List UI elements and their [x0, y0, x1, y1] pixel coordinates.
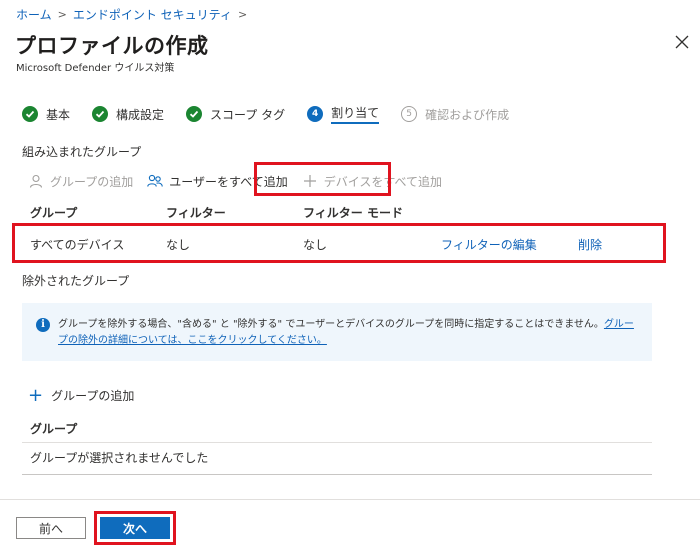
chevron-right-icon: >	[237, 8, 248, 21]
step-label: 基本	[46, 107, 71, 122]
step-review-create[interactable]: 5 確認および作成	[401, 104, 509, 124]
step-label: スコープ タグ	[210, 107, 286, 122]
add-group-label: グループの追加	[50, 174, 134, 189]
step-assignments[interactable]: 4 割り当て	[307, 104, 380, 124]
previous-button[interactable]: 前へ	[16, 517, 86, 539]
add-group-button[interactable]: グループの追加	[28, 173, 133, 190]
add-excluded-group-label: グループの追加	[51, 389, 135, 403]
people-icon	[147, 173, 164, 189]
step-label: 確認および作成	[425, 107, 510, 122]
plus-icon: +	[28, 384, 44, 406]
info-banner: i グループを除外する場合、"含める" と "除外する" でユーザーとデバイスの…	[22, 303, 652, 361]
excluded-empty-row: グループが選択されませんでした	[22, 443, 652, 475]
checkmark-icon	[92, 106, 109, 122]
highlight-next-button	[94, 511, 176, 545]
info-icon: i	[36, 318, 50, 332]
excluded-table-header: グループ	[22, 414, 652, 443]
column-filter-mode: フィルター モード	[303, 206, 403, 220]
step-number: 4	[307, 106, 324, 122]
add-excluded-group-button[interactable]: + グループの追加	[28, 384, 135, 406]
step-label: 構成設定	[116, 107, 165, 122]
excluded-groups-label: 除外されたグループ	[22, 274, 130, 288]
included-toolbar: グループの追加 ユーザーをすべて追加 デバイスをすべて追加	[28, 170, 456, 192]
highlight-add-all-devices	[254, 162, 391, 196]
person-icon	[28, 173, 44, 189]
highlight-all-devices-row	[12, 223, 666, 263]
included-table-header: グループ フィルター フィルター モード	[16, 200, 666, 222]
step-number: 5	[401, 106, 418, 122]
close-icon[interactable]	[674, 34, 690, 50]
column-group: グループ	[30, 422, 78, 436]
breadcrumb-home-link[interactable]: ホーム	[16, 6, 52, 23]
step-scope-tags[interactable]: スコープ タグ	[186, 104, 285, 124]
breadcrumb-endpoint-security-link[interactable]: エンドポイント セキュリティ	[73, 6, 232, 23]
chevron-right-icon: >	[57, 8, 67, 21]
footer-divider	[0, 499, 700, 500]
checkmark-icon	[22, 106, 38, 122]
included-groups-label: 組み込まれたグループ	[22, 145, 142, 159]
checkmark-icon	[186, 106, 203, 122]
info-text: グループを除外する場合、"含める" と "除外する" でユーザーとデバイスのグル…	[58, 319, 604, 330]
step-basics[interactable]: 基本	[22, 104, 70, 124]
wizard-steps: 基本 構成設定 スコープ タグ 4 割り当て 5 確認および作成	[22, 104, 531, 124]
step-configuration[interactable]: 構成設定	[92, 104, 164, 124]
breadcrumb: ホーム > エンドポイント セキュリティ >	[16, 6, 253, 23]
step-label: 割り当て	[331, 104, 380, 124]
empty-message: グループが選択されませんでした	[30, 451, 209, 465]
column-filter: フィルター	[166, 206, 226, 220]
page-title: プロファイルの作成	[15, 34, 209, 58]
page-subtitle: Microsoft Defender ウイルス対策	[16, 63, 175, 74]
column-group: グループ	[30, 206, 78, 220]
more-options-button[interactable]: ···	[193, 34, 209, 50]
